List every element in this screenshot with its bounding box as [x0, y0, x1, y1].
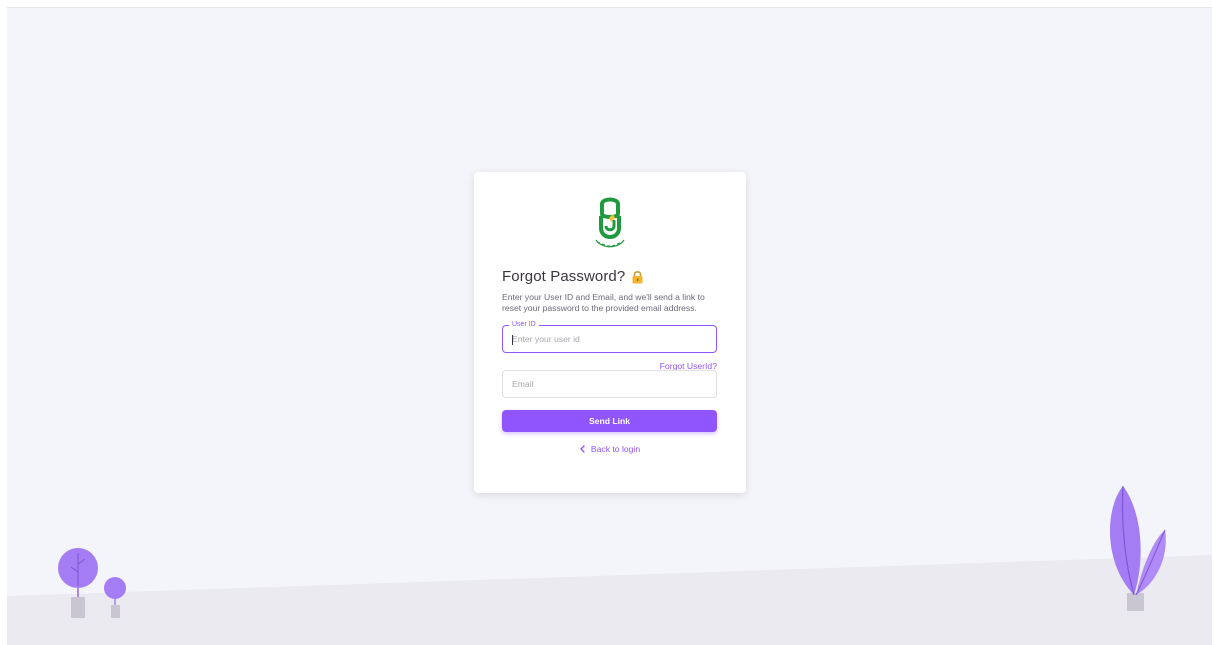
- forgot-userid-row: Forgot UserId?: [502, 356, 717, 371]
- user-id-label: User ID: [509, 320, 539, 330]
- description-text: Enter your User ID and Email, and we'll …: [502, 292, 705, 313]
- tree-pot: [111, 605, 120, 618]
- tree-crown: [104, 577, 126, 599]
- organization-logo: [595, 197, 625, 248]
- email-field[interactable]: [502, 370, 717, 398]
- back-to-login-link[interactable]: Back to login: [502, 444, 717, 454]
- page-title: Forgot Password?: [502, 268, 626, 285]
- text-caret: [512, 335, 513, 345]
- tree-pot: [71, 597, 85, 618]
- user-id-field[interactable]: User ID: [502, 320, 717, 353]
- send-link-button[interactable]: Send Link: [502, 410, 717, 432]
- email-input[interactable]: [503, 371, 716, 397]
- title-row: Forgot Password?: [502, 268, 718, 285]
- page-background: Forgot Password? Enter your User ID and …: [7, 7, 1212, 645]
- ground-shape: [7, 555, 1212, 645]
- back-to-login-label: Back to login: [590, 444, 641, 454]
- lock-icon: [632, 270, 643, 283]
- chevron-left-icon: [580, 445, 585, 453]
- plant-pot: [1127, 593, 1144, 611]
- forgot-password-card: Forgot Password? Enter your User ID and …: [474, 172, 746, 493]
